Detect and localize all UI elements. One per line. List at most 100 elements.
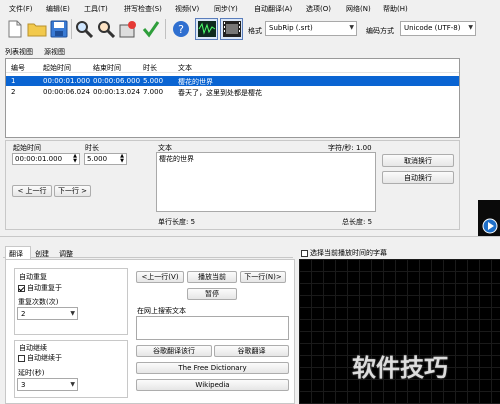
tab-adjust[interactable]: 调整 [59, 249, 73, 259]
toolbar-separator [165, 19, 166, 39]
google-translate-line-button[interactable]: 谷歌翻译该行 [136, 345, 212, 357]
row-duration: 7.000 [143, 88, 164, 96]
table-row[interactable]: 2 00:00:06.024 00:00:13.024 7.000 春天了，这里… [6, 87, 459, 97]
free-dictionary-button[interactable]: The Free Dictionary [136, 362, 289, 374]
encoding-label: 编码方式 [366, 27, 394, 35]
menu-bar: 文件(F) 编辑(E) 工具(T) 拼写检查(S) 视频(V) 同步(Y) 自动… [0, 0, 500, 15]
header-end[interactable]: 结束时间 [93, 63, 121, 73]
delay-select[interactable]: 3 ▼ [17, 378, 78, 391]
row-number: 1 [11, 77, 16, 85]
tab-translate[interactable]: 翻译 [5, 246, 31, 259]
start-time-input[interactable]: 00:00:01.000 ▲ ▼ [12, 153, 80, 165]
menu-help[interactable]: 帮助(H) [383, 4, 408, 14]
chevron-down-icon: ▼ [70, 381, 75, 388]
wikipedia-button[interactable]: Wikipedia [136, 379, 289, 391]
format-label: 格式 [248, 27, 262, 35]
chevron-down-icon: ▼ [349, 24, 354, 31]
row-start: 00:00:06.024 [43, 88, 91, 96]
waveform-icon [197, 21, 216, 37]
watermark: 软件技巧 [352, 348, 448, 383]
auto-continue-on-label: 自动继续于 [27, 354, 62, 362]
encoding-select[interactable]: Unicode (UTF-8) ▼ [400, 21, 476, 36]
folder-icon [27, 23, 47, 37]
menu-autotranslate[interactable]: 自动翻译(A) [254, 4, 292, 14]
total-length: 总长度: 5 [342, 218, 373, 226]
auto-break-button[interactable]: 自动换行 [382, 171, 454, 184]
encoding-value: Unicode (UTF-8) [404, 24, 461, 32]
next-line-button[interactable]: 下一行 > [54, 185, 91, 197]
search-icon [76, 21, 93, 38]
google-translate-button[interactable]: 谷歌翻译 [214, 345, 289, 357]
select-current-subtitle-checkbox[interactable]: 选择当前播放时间的字幕 [301, 248, 387, 258]
tab-source-view[interactable]: 源视图 [44, 47, 65, 57]
single-line-length: 单行长度: 5 [158, 218, 196, 226]
search-online-input[interactable] [136, 316, 289, 340]
find-button[interactable] [73, 18, 95, 40]
duration-input[interactable]: 5.000 ▲ ▼ [84, 153, 127, 165]
checkbox-icon [18, 354, 25, 362]
splitter[interactable] [0, 236, 500, 237]
menu-edit[interactable]: 编辑(E) [46, 4, 70, 14]
menu-video[interactable]: 视频(V) [175, 4, 199, 14]
subtitle-grid: 编号 起始时间 结束时间 时长 文本 1 00:00:01.000 00:00:… [5, 58, 460, 138]
translate-next-button[interactable]: 下一行(N)> [240, 271, 286, 283]
video-toggle-button[interactable] [220, 18, 243, 40]
search-online-label: 在网上搜索文本 [137, 307, 186, 315]
menu-sync[interactable]: 同步(Y) [214, 4, 238, 14]
menu-network[interactable]: 网络(N) [346, 4, 371, 14]
row-text: 春天了，这里到处都是樱花 [178, 89, 262, 97]
header-number[interactable]: 编号 [11, 63, 25, 73]
delay-label: 延时(秒) [18, 369, 45, 377]
tab-create[interactable]: 创建 [35, 249, 49, 259]
spellcheck-button[interactable] [140, 18, 162, 40]
grid-header: 编号 起始时间 结束时间 时长 文本 [6, 61, 459, 73]
save-button[interactable] [48, 18, 70, 40]
subtitle-text-value: 樱花的世界 [159, 155, 194, 163]
delay-value: 3 [21, 381, 26, 389]
start-time-value: 00:00:01.000 [15, 155, 63, 163]
visual-sync-button[interactable] [117, 18, 139, 40]
checkmark-icon [142, 21, 160, 38]
start-time-label: 起始时间 [13, 144, 41, 152]
auto-repeat-checkbox[interactable]: 自动重复于 [18, 283, 62, 293]
menu-options[interactable]: 选项(O) [306, 4, 331, 14]
replace-button[interactable] [95, 18, 117, 40]
help-button[interactable]: ? [170, 18, 192, 40]
subtitle-text-input[interactable]: 樱花的世界 [156, 152, 376, 212]
translate-prev-button[interactable]: <上一行(V) [136, 271, 184, 283]
checkbox-icon [301, 249, 308, 257]
svg-text:?: ? [178, 23, 184, 36]
auto-repeat-on-label: 自动重复于 [27, 284, 62, 292]
repeat-count-select[interactable]: 2 ▼ [17, 307, 78, 320]
header-duration[interactable]: 时长 [143, 63, 157, 73]
format-value: SubRip (.srt) [269, 24, 313, 32]
new-file-button[interactable] [4, 18, 26, 40]
spinner-icon: ▲ ▼ [73, 153, 77, 164]
open-folder-button[interactable] [26, 18, 48, 40]
unbreak-button[interactable]: 取消换行 [382, 154, 454, 167]
auto-repeat-title: 自动重复 [18, 272, 48, 282]
play-current-button[interactable]: 播放当前 [187, 271, 237, 283]
tab-list-view[interactable]: 列表视图 [5, 47, 33, 57]
table-row[interactable]: 1 00:00:01.000 00:00:06.000 5.000 樱花的世界 [6, 76, 459, 86]
waveform-toggle-button[interactable] [195, 18, 218, 40]
select-current-label: 选择当前播放时间的字幕 [310, 249, 387, 257]
prev-line-button[interactable]: < 上一行 [12, 185, 52, 197]
format-select[interactable]: SubRip (.srt) ▼ [265, 21, 357, 36]
new-file-icon [8, 20, 22, 38]
row-start: 00:00:01.000 [43, 77, 91, 85]
video-preview-strip [478, 200, 500, 236]
menu-spellcheck[interactable]: 拼写检查(S) [124, 4, 162, 14]
header-text[interactable]: 文本 [178, 63, 192, 73]
row-end: 00:00:06.000 [93, 77, 141, 85]
chevron-down-icon: ▼ [468, 24, 473, 31]
save-icon [50, 20, 68, 38]
watermark-text: 软件技巧 [352, 354, 448, 382]
menu-file[interactable]: 文件(F) [9, 4, 33, 14]
header-start[interactable]: 起始时间 [43, 63, 71, 73]
auto-continue-title: 自动继续 [18, 343, 48, 353]
toolbar-separator [71, 19, 72, 39]
menu-tools[interactable]: 工具(T) [84, 4, 108, 14]
pause-button[interactable]: 暂停 [187, 288, 237, 300]
auto-continue-checkbox[interactable]: 自动继续于 [18, 353, 62, 363]
